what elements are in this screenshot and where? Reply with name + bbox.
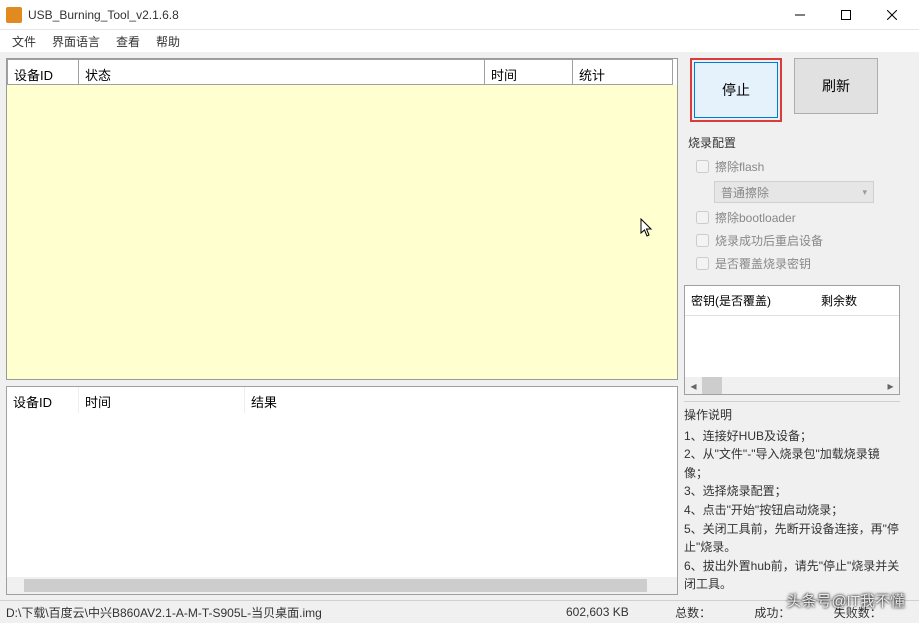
- action-buttons: 停止 刷新: [690, 58, 900, 122]
- right-pane: 停止 刷新 烧录配置 擦除flash 普通擦除 ▾ 擦除bootloader 烧…: [684, 58, 900, 600]
- key-table-body: [685, 316, 899, 377]
- window-title: USB_Burning_Tool_v2.1.6.8: [28, 8, 777, 22]
- statusbar: D:\下载\百度云\中兴B860AV2.1-A-M-T-S905L-当贝桌面.i…: [0, 600, 919, 623]
- key-table-header: 密钥(是否覆盖) 剩余数: [685, 286, 899, 316]
- menubar: 文件 界面语言 查看 帮助: [0, 30, 919, 52]
- key-table: 密钥(是否覆盖) 剩余数 ◂ ▸: [684, 285, 900, 395]
- stop-button[interactable]: 停止: [694, 62, 778, 118]
- key-hscroll[interactable]: ◂ ▸: [685, 377, 899, 394]
- chk-overwrite-key[interactable]: 是否覆盖烧录密钥: [686, 252, 898, 275]
- status-success: 成功：: [754, 604, 833, 621]
- app-icon: [6, 7, 22, 23]
- key-col-key[interactable]: 密钥(是否覆盖): [685, 286, 815, 315]
- instruction-line: 1、连接好HUB及设备；: [684, 427, 900, 446]
- key-col-remaining[interactable]: 剩余数: [815, 286, 863, 315]
- instruction-line: 2、从"文件"-"导入烧录包"加载烧录镜像；: [684, 445, 900, 482]
- instruction-line: 3、选择烧录配置；: [684, 482, 900, 501]
- client-area: 设备ID 状态 时间 统计 设备ID 时间 结果 停止 刷新: [0, 52, 919, 600]
- menu-language[interactable]: 界面语言: [44, 29, 108, 54]
- close-button[interactable]: [869, 0, 915, 30]
- chk-reboot-after[interactable]: 烧录成功后重启设备: [686, 229, 898, 252]
- log-body: [7, 413, 677, 577]
- col-status[interactable]: 状态: [79, 59, 485, 85]
- minimize-button[interactable]: [777, 0, 823, 30]
- menu-file[interactable]: 文件: [4, 29, 44, 54]
- instruction-line: 4、点击"开始"按钮启动烧录；: [684, 501, 900, 520]
- left-pane: 设备ID 状态 时间 统计 设备ID 时间 结果: [6, 58, 678, 600]
- status-size: 602,603 KB: [566, 605, 675, 619]
- chk-overwrite-key-box[interactable]: [696, 257, 709, 270]
- burn-config: 烧录配置 擦除flash 普通擦除 ▾ 擦除bootloader 烧录成功后重启…: [684, 128, 900, 279]
- log-hscroll[interactable]: [7, 577, 677, 594]
- chk-reboot-after-box[interactable]: [696, 234, 709, 247]
- erase-mode-select[interactable]: 普通擦除 ▾: [714, 181, 874, 203]
- chk-erase-bootloader-box[interactable]: [696, 211, 709, 224]
- log-col-device-id[interactable]: 设备ID: [7, 387, 79, 413]
- status-fail: 失败数：: [834, 604, 913, 621]
- log-col-result[interactable]: 结果: [245, 387, 677, 413]
- instruction-line: 5、关闭工具前，先断开设备连接，再"停止"烧录。: [684, 520, 900, 557]
- device-status-table: 设备ID 状态 时间 统计: [6, 58, 678, 380]
- chk-erase-flash[interactable]: 擦除flash: [686, 155, 898, 178]
- status-total: 总数：: [675, 604, 754, 621]
- scroll-right-icon[interactable]: ▸: [882, 377, 899, 394]
- log-col-time[interactable]: 时间: [79, 387, 245, 413]
- instructions: 操作说明 1、连接好HUB及设备； 2、从"文件"-"导入烧录包"加载烧录镜像；…: [684, 401, 900, 594]
- titlebar: USB_Burning_Tool_v2.1.6.8: [0, 0, 919, 30]
- menu-help[interactable]: 帮助: [148, 29, 188, 54]
- instructions-title: 操作说明: [684, 406, 900, 427]
- device-status-body: [7, 85, 677, 379]
- erase-mode-value: 普通擦除: [721, 184, 769, 201]
- scroll-left-icon[interactable]: ◂: [685, 377, 702, 394]
- chk-erase-bootloader[interactable]: 擦除bootloader: [686, 206, 898, 229]
- scroll-thumb[interactable]: [702, 377, 722, 394]
- col-stats[interactable]: 统计: [573, 59, 673, 85]
- device-status-header: 设备ID 状态 时间 统计: [7, 59, 677, 85]
- instruction-line: 6、拔出外置hub前，请先"停止"烧录并关闭工具。: [684, 557, 900, 594]
- col-device-id[interactable]: 设备ID: [7, 59, 79, 85]
- col-time[interactable]: 时间: [485, 59, 573, 85]
- log-table: 设备ID 时间 结果: [6, 386, 678, 595]
- refresh-button[interactable]: 刷新: [794, 58, 878, 114]
- log-header: 设备ID 时间 结果: [7, 387, 677, 413]
- status-path: D:\下载\百度云\中兴B860AV2.1-A-M-T-S905L-当贝桌面.i…: [6, 604, 566, 621]
- chevron-down-icon: ▾: [862, 187, 867, 198]
- maximize-button[interactable]: [823, 0, 869, 30]
- stop-button-highlight: 停止: [690, 58, 782, 122]
- menu-view[interactable]: 查看: [108, 29, 148, 54]
- chk-erase-flash-box[interactable]: [696, 160, 709, 173]
- burn-config-title: 烧录配置: [686, 130, 898, 155]
